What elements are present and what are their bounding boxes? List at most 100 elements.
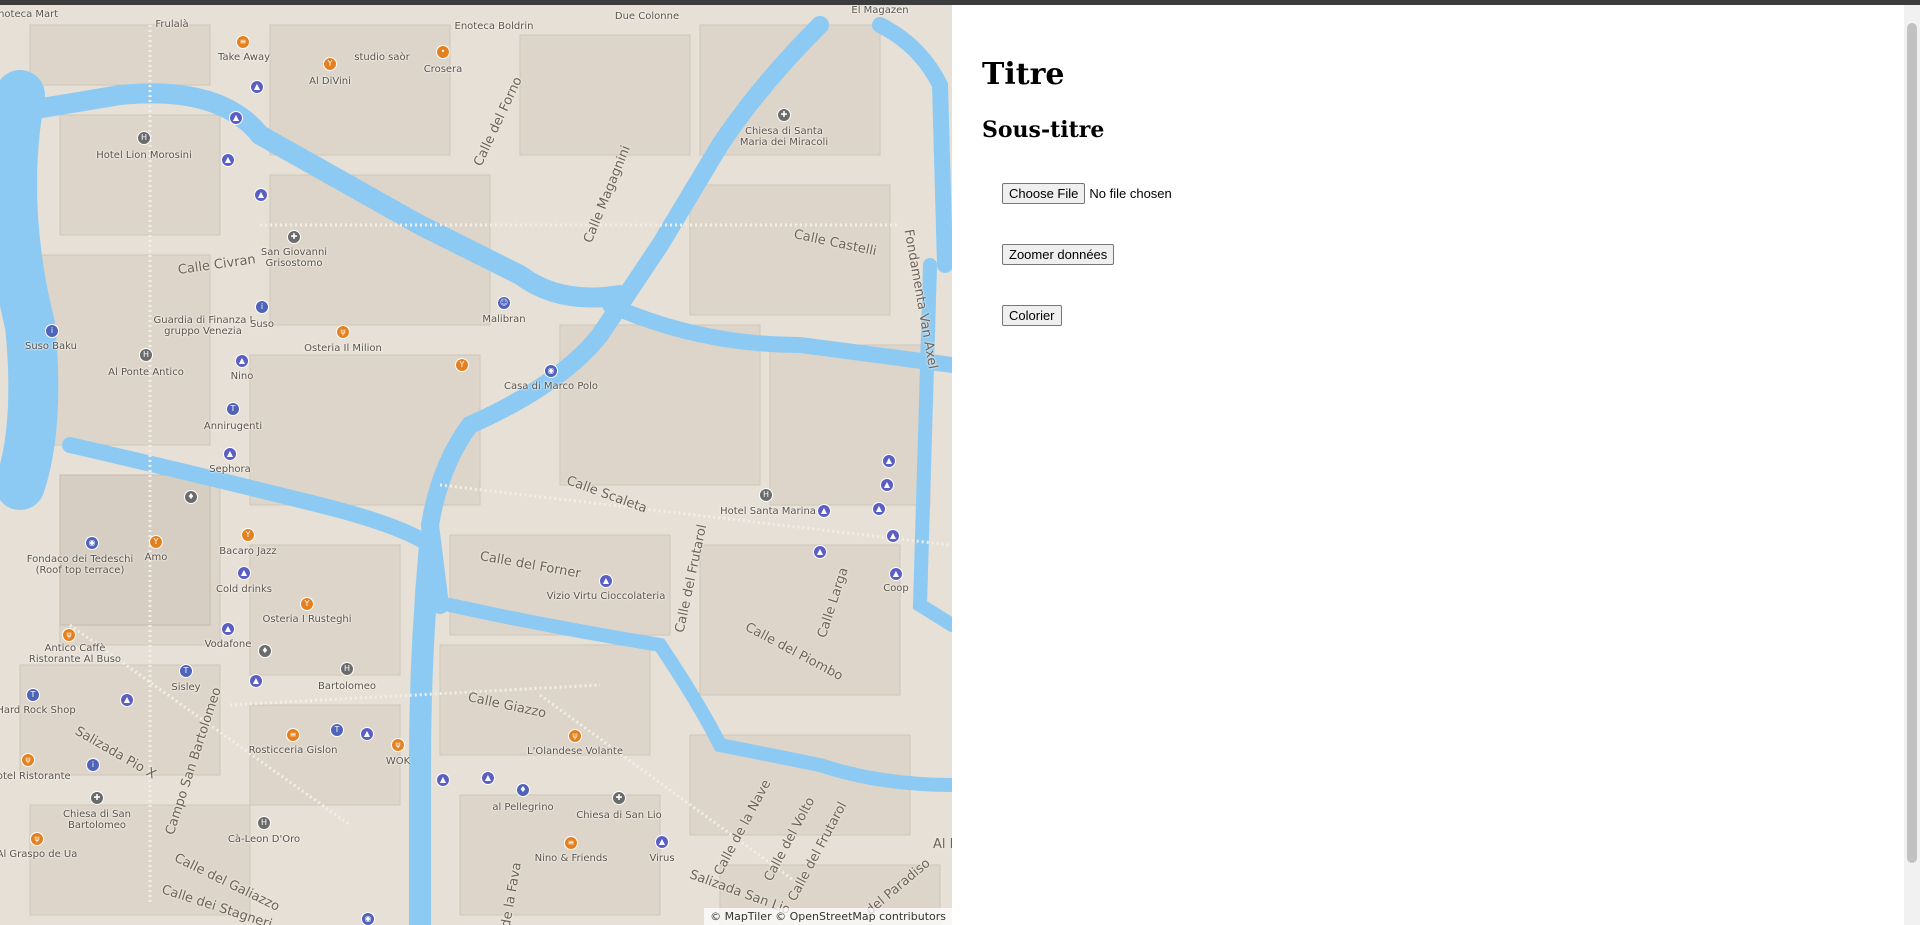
place-label: L'Olandese Volante: [527, 746, 623, 757]
place-label: Malibran: [482, 314, 526, 325]
page-title: Titre: [982, 57, 1065, 92]
place-label: Guardia di Finanza I gruppo Venezia: [153, 315, 253, 337]
restaurant-icon[interactable]: ψ: [30, 832, 44, 846]
place-label: Sisley: [171, 682, 201, 693]
shop-icon[interactable]: ▲: [882, 454, 896, 468]
place-label: Take Away: [217, 52, 271, 63]
colorize-button[interactable]: Colorier: [1002, 305, 1062, 326]
place-label: El Magazen: [851, 5, 909, 16]
place-label: Enoteca Mart: [0, 9, 59, 20]
church-icon[interactable]: ✚: [287, 230, 301, 244]
clothes-icon[interactable]: T: [226, 402, 240, 416]
place-label: Hotel Lion Morosini: [96, 150, 192, 161]
place-label: Bacaro Jazz: [219, 546, 277, 557]
restaurant-icon[interactable]: ψ: [336, 325, 350, 339]
hotel-icon[interactable]: H: [759, 488, 773, 502]
clothes-icon[interactable]: T: [179, 664, 193, 678]
map-view[interactable]: Enoteca Mart Frulalà Enoteca Boldrin Due…: [0, 5, 952, 925]
page-scrollbar[interactable]: [1904, 5, 1920, 925]
supermarket-icon[interactable]: ▲: [889, 567, 903, 581]
hotel-icon[interactable]: H: [340, 662, 354, 676]
place-label: Fondaco dei Tedeschi (Roof top terrace): [26, 554, 134, 576]
shop-icon[interactable]: ▲: [249, 674, 263, 688]
place-label: Suso Baku: [24, 341, 78, 352]
restaurant-icon[interactable]: ≡: [236, 35, 250, 49]
toilets-icon[interactable]: ♦: [258, 644, 272, 658]
shop-icon[interactable]: ▲: [817, 504, 831, 518]
shop-icon[interactable]: ▲: [481, 771, 495, 785]
toilets-icon[interactable]: ♦: [516, 783, 530, 797]
camera-icon[interactable]: ◉: [361, 912, 375, 925]
shop-icon[interactable]: ▲: [221, 153, 235, 167]
place-label: Suso: [249, 319, 275, 330]
place-label: Antico Caffè Ristorante Al Buso: [28, 643, 122, 665]
theatre-icon[interactable]: ☺: [497, 296, 511, 310]
place-label: Amo: [144, 552, 168, 563]
zoom-data-button[interactable]: Zoomer données: [1002, 244, 1115, 265]
shop-icon[interactable]: ▲: [813, 545, 827, 559]
place-label: Cold drinks: [216, 584, 272, 595]
hotel-icon[interactable]: H: [257, 816, 271, 830]
info-icon[interactable]: i: [45, 324, 59, 338]
shop-icon[interactable]: ▲: [886, 529, 900, 543]
bar-icon[interactable]: Y: [300, 597, 314, 611]
restaurant-icon[interactable]: ψ: [62, 628, 76, 642]
camera-icon[interactable]: ◉: [544, 364, 558, 378]
restaurant-icon[interactable]: ψ: [391, 738, 405, 752]
info-icon[interactable]: i: [86, 758, 100, 772]
bar-icon[interactable]: Y: [455, 358, 469, 372]
info-icon[interactable]: i: [255, 300, 269, 314]
bar-icon[interactable]: Y: [323, 57, 337, 71]
place-label: Virus: [649, 853, 675, 864]
shop-icon[interactable]: ▲: [120, 693, 134, 707]
hotel-icon[interactable]: H: [137, 131, 151, 145]
place-label: Enoteca Boldrin: [454, 21, 534, 32]
shop-icon[interactable]: ▲: [436, 773, 450, 787]
bar-icon[interactable]: Y: [149, 535, 163, 549]
file-input[interactable]: Choose File No file chosen: [1002, 183, 1172, 204]
place-label: Vizio Virtu Cioccolateria: [546, 591, 666, 602]
place-label: Crosera: [423, 64, 463, 75]
food-icon[interactable]: •: [436, 45, 450, 59]
place-label: Osteria I Rusteghi: [262, 614, 352, 625]
shop-icon[interactable]: ▲: [655, 835, 669, 849]
camera-icon[interactable]: ◉: [85, 536, 99, 550]
clothes-icon[interactable]: T: [330, 723, 344, 737]
scrollbar-thumb[interactable]: [1907, 23, 1917, 863]
church-icon[interactable]: ✚: [90, 791, 104, 805]
map-attribution[interactable]: © MapTiler © OpenStreetMap contributors: [704, 908, 952, 925]
page-subtitle: Sous-titre: [982, 117, 1105, 143]
church-icon[interactable]: ✚: [777, 108, 791, 122]
place-label: WOK: [385, 756, 411, 767]
shop-icon[interactable]: ▲: [221, 622, 235, 636]
restaurant-icon[interactable]: ≡: [286, 728, 300, 742]
choose-file-button[interactable]: Choose File: [1002, 183, 1086, 204]
place-label: Vodafone: [204, 639, 252, 650]
toilets-icon[interactable]: ♦: [184, 490, 198, 504]
hotel-icon[interactable]: H: [139, 348, 153, 362]
street-label: Al Bo: [933, 837, 952, 852]
shop-icon[interactable]: ▲: [223, 447, 237, 461]
restaurant-icon[interactable]: ψ: [568, 729, 582, 743]
shop-icon[interactable]: ▲: [254, 188, 268, 202]
shop-icon[interactable]: ▲: [235, 354, 249, 368]
bar-icon[interactable]: Y: [241, 528, 255, 542]
shop-icon[interactable]: ▲: [360, 727, 374, 741]
place-label: Due Colonne: [614, 11, 680, 22]
place-label: Hotel Ristorante: [0, 771, 71, 782]
shop-icon[interactable]: ▲: [237, 566, 251, 580]
shop-icon[interactable]: ▲: [880, 478, 894, 492]
clothes-icon[interactable]: T: [26, 688, 40, 702]
place-label: Chiesa di Santa Maria dei Miracoli: [739, 126, 829, 148]
restaurant-icon[interactable]: ψ: [21, 753, 35, 767]
place-label: Al DiVini: [309, 76, 351, 87]
church-icon[interactable]: ✚: [612, 791, 626, 805]
place-label: Hotel Santa Marina: [720, 506, 816, 517]
restaurant-icon[interactable]: ≡: [564, 836, 578, 850]
shop-icon[interactable]: ▲: [872, 502, 886, 516]
shop-icon[interactable]: ▲: [229, 111, 243, 125]
place-label: Casa di Marco Polo: [503, 381, 599, 392]
place-label: Cà-Leon D'Oro: [227, 834, 301, 845]
shop-icon[interactable]: ▲: [599, 574, 613, 588]
shop-icon[interactable]: ▲: [250, 80, 264, 94]
